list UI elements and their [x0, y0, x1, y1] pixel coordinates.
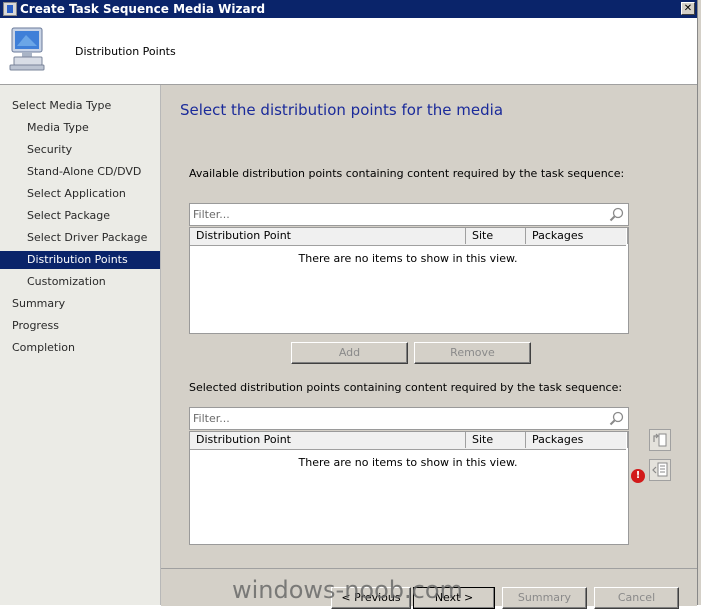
col-header-packages[interactable]: Packages: [526, 228, 628, 244]
nav-item-media-type[interactable]: Media Type: [27, 119, 89, 137]
col-header-site[interactable]: Site: [466, 228, 526, 244]
nav-item-standalone-cd-dvd[interactable]: Stand-Alone CD/DVD: [27, 163, 141, 181]
nav-item-summary[interactable]: Summary: [12, 295, 65, 313]
window-title: Create Task Sequence Media Wizard: [20, 2, 266, 16]
available-dp-label: Available distribution points containing…: [189, 167, 625, 180]
available-empty-text: There are no items to show in this view.: [298, 252, 518, 265]
move-up-button[interactable]: [649, 429, 671, 451]
cancel-button[interactable]: Cancel: [594, 587, 679, 609]
properties-button[interactable]: [649, 459, 671, 481]
list-properties-icon: [652, 462, 668, 477]
nav-item-progress[interactable]: Progress: [12, 317, 59, 335]
error-icon: !: [631, 469, 645, 483]
available-list-header: Distribution Point Site Packages: [190, 228, 628, 246]
nav-item-select-package[interactable]: Select Package: [27, 207, 110, 225]
col-header-distribution-point[interactable]: Distribution Point: [190, 432, 466, 448]
col-header-distribution-point[interactable]: Distribution Point: [190, 228, 466, 244]
available-filter-box: [189, 203, 629, 226]
search-icon[interactable]: [609, 207, 624, 222]
main-panel: Select the distribution points for the m…: [161, 85, 697, 605]
summary-button[interactable]: Summary: [502, 587, 587, 609]
nav-item-customization[interactable]: Customization: [27, 273, 106, 291]
watermark-text: windows-noob.com: [232, 576, 463, 604]
nav-item-completion[interactable]: Completion: [12, 339, 75, 357]
available-filter-input[interactable]: [193, 207, 593, 222]
search-icon[interactable]: [609, 411, 624, 426]
add-button[interactable]: Add: [291, 342, 408, 364]
wizard-header: Distribution Points: [0, 18, 697, 85]
selected-list-header: Distribution Point Site Packages: [190, 432, 628, 450]
close-button[interactable]: ✕: [681, 2, 695, 15]
nav-item-select-driver-package[interactable]: Select Driver Package: [27, 229, 147, 247]
selected-dp-list[interactable]: Distribution Point Site Packages There a…: [189, 431, 629, 545]
nav-item-distribution-points[interactable]: Distribution Points: [0, 251, 160, 269]
app-icon: [3, 2, 17, 16]
wizard-steps-nav: Select Media Type Media Type Security St…: [0, 85, 160, 605]
selected-empty-text: There are no items to show in this view.: [298, 456, 518, 469]
col-header-site[interactable]: Site: [466, 432, 526, 448]
header-title: Distribution Points: [75, 45, 176, 58]
page-heading: Select the distribution points for the m…: [180, 101, 504, 119]
selected-dp-label: Selected distribution points containing …: [189, 381, 623, 394]
selected-filter-box: [189, 407, 629, 430]
nav-item-select-application[interactable]: Select Application: [27, 185, 126, 203]
reorder-icon: [653, 433, 667, 447]
title-bar: Create Task Sequence Media Wizard ✕: [0, 0, 701, 18]
computer-icon: [9, 27, 45, 71]
col-header-packages[interactable]: Packages: [526, 432, 628, 448]
nav-item-select-media-type[interactable]: Select Media Type: [12, 97, 111, 115]
available-dp-list[interactable]: Distribution Point Site Packages There a…: [189, 227, 629, 334]
window-right-border: [697, 0, 701, 605]
nav-item-security[interactable]: Security: [27, 141, 72, 159]
remove-button[interactable]: Remove: [414, 342, 531, 364]
selected-filter-input[interactable]: [193, 411, 593, 426]
